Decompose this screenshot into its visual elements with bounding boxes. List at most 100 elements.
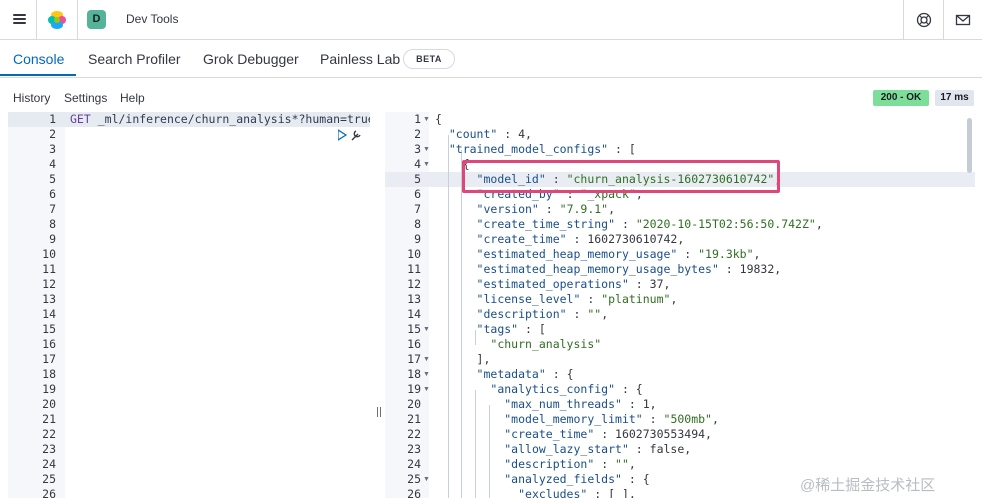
tab-grok-debugger[interactable]: Grok Debugger [203,51,299,67]
line-number: 12 [407,277,421,291]
line-number: 24 [42,457,56,471]
history-menu-item[interactable]: History [13,91,50,105]
line-number: 25 [42,472,56,486]
line-number: 22 [407,427,421,441]
response-line: "excludes" : [ ], [518,487,636,498]
fold-toggle-icon[interactable]: ▼ [423,367,430,382]
response-scrollbar[interactable] [967,118,972,173]
beta-badge: BETA [403,49,455,69]
request-path: _ml/inference/churn_analysis*?human=true [97,112,370,126]
header-divider [77,0,78,39]
line-number: 15 [42,322,56,336]
response-line: "create_time" : 1602730553494, [504,427,712,441]
response-line: "model_memory_limit" : "500mb", [504,412,719,426]
line-number: 10 [42,247,56,261]
line-number: 9 [414,232,421,246]
line-number: 14 [42,307,56,321]
response-line: "tags" : [ [476,322,546,336]
response-line: "count" : 4, [448,127,532,141]
breadcrumb-app-title: Dev Tools [126,12,179,26]
tab-console[interactable]: Console [13,51,64,67]
fold-toggle-icon[interactable]: ▼ [423,157,430,172]
fold-toggle-icon[interactable]: ▼ [423,472,430,487]
response-line: "trained_model_configs" : [ [448,142,636,156]
mail-icon[interactable] [954,11,972,29]
line-number: 13 [407,292,421,306]
line-number: 21 [407,412,421,426]
line-number: 3 [49,142,56,156]
response-line: "estimated_heap_memory_usage" : "19.3kb"… [476,247,761,261]
fold-toggle-icon[interactable]: ▼ [423,112,430,127]
line-number: 11 [42,262,56,276]
fold-toggle-icon[interactable]: ▼ [423,382,430,397]
response-line: "metadata" : { [476,367,574,381]
line-number: 19 [42,382,56,396]
line-number: 5 [49,172,56,186]
line-number: 18 [407,367,421,381]
line-number: 21 [42,412,56,426]
line-number: 5 [414,172,421,186]
tab-search-profiler[interactable]: Search Profiler [88,51,181,67]
line-number: 26 [407,487,421,498]
response-line: "max_num_threads" : 1, [504,397,657,411]
response-line: "version" : "7.9.1", [476,202,616,216]
response-line: "allow_lazy_start" : false, [504,442,692,456]
settings-menu-item[interactable]: Settings [64,91,107,105]
line-number: 13 [42,292,56,306]
line-number: 24 [407,457,421,471]
elastic-logo-icon[interactable] [46,10,68,30]
request-method: GET [70,112,91,126]
help-icon[interactable] [915,11,933,29]
line-number: 1 [49,112,56,126]
line-number: 20 [407,397,421,411]
menu-icon[interactable] [10,9,30,29]
response-line: "create_time_string" : "2020-10-15T02:56… [476,217,823,231]
line-number: 2 [49,127,56,141]
fold-toggle-icon[interactable]: ▼ [423,322,430,337]
line-number: 6 [414,187,421,201]
resize-handle-icon[interactable] [376,406,382,418]
response-line: "description" : "", [476,307,609,321]
watermark: @稀土掘金技术社区 [800,477,936,494]
line-number: 16 [42,337,56,351]
line-number: 4 [49,157,56,171]
response-line: "analyzed_fields" : { [504,472,650,486]
tab-painless-lab[interactable]: Painless Lab [320,51,400,67]
line-number: 15 [407,322,421,336]
line-number: 16 [407,337,421,351]
fold-toggle-icon[interactable]: ▼ [423,142,430,157]
header-divider [943,0,944,39]
line-number: 22 [42,427,56,441]
response-line: "license_level" : "platinum", [476,292,678,306]
line-number: 25 [407,472,421,486]
request-actions [338,129,361,141]
response-line: ], [435,352,491,366]
active-tab-indicator [0,74,76,76]
line-number: 17 [42,352,56,366]
highlight-annotation [462,160,780,193]
response-line: { [435,112,442,126]
request-editor[interactable]: 1 2 3 4 5 6 7 8 9 10 11 12 13 14 15 16 17 18 19 20 21 22 23 24 2… [8,112,370,498]
response-line: "analytics_config" : { [490,382,643,396]
request-time-badge: 17 ms [935,90,974,106]
top-header: D Dev Tools [0,0,982,40]
wrench-icon[interactable] [351,130,361,141]
line-number: 17 [407,352,421,366]
line-number: 19 [407,382,421,396]
help-menu-item[interactable]: Help [120,91,145,105]
request-line[interactable]: GET _ml/inference/churn_analysis*?human=… [70,112,370,127]
response-line: "churn_analysis" [490,337,602,351]
header-divider [903,0,904,39]
line-number: 18 [42,367,56,381]
line-number: 2 [414,127,421,141]
line-number: 8 [49,217,56,231]
play-icon[interactable] [338,129,348,141]
fold-toggle-icon[interactable]: ▼ [423,352,430,367]
line-number: 4 [414,157,421,171]
space-avatar[interactable]: D [87,10,106,29]
line-number: 1 [414,112,421,126]
line-number: 11 [407,262,421,276]
response-line: "estimated_heap_memory_usage_bytes" : 19… [476,262,782,276]
line-number: 3 [414,142,421,156]
line-number: 7 [414,202,421,216]
